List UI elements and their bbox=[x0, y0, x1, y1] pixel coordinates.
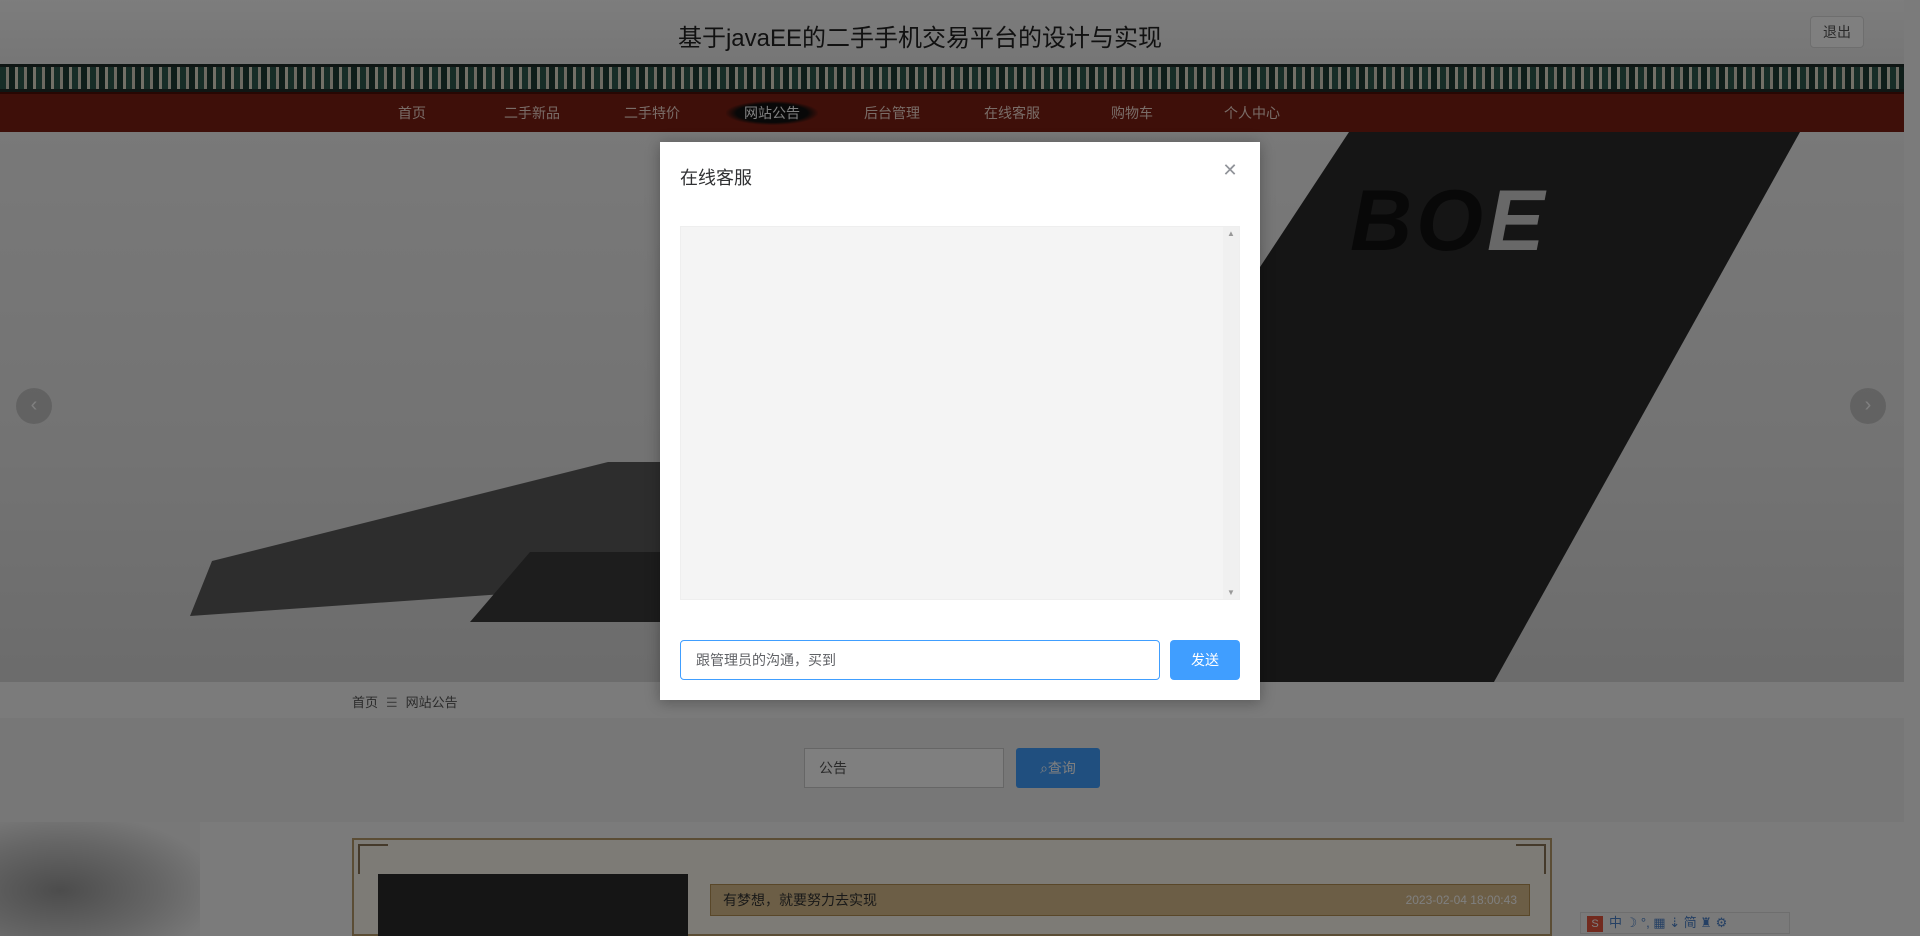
chat-message-area[interactable]: ▲ ▼ bbox=[680, 226, 1240, 600]
close-icon[interactable]: ✕ bbox=[1220, 160, 1240, 180]
scroll-down-icon[interactable]: ▼ bbox=[1223, 588, 1239, 597]
dialog-title: 在线客服 bbox=[680, 168, 752, 188]
online-service-dialog: 在线客服 ✕ ▲ ▼ 跟管理员的沟通，买到 发送 bbox=[660, 142, 1260, 700]
scroll-up-icon[interactable]: ▲ bbox=[1223, 229, 1239, 238]
chat-scrollbar[interactable]: ▲ ▼ bbox=[1223, 227, 1239, 599]
chat-message-input[interactable]: 跟管理员的沟通，买到 bbox=[680, 640, 1160, 680]
send-button[interactable]: 发送 bbox=[1170, 640, 1240, 680]
